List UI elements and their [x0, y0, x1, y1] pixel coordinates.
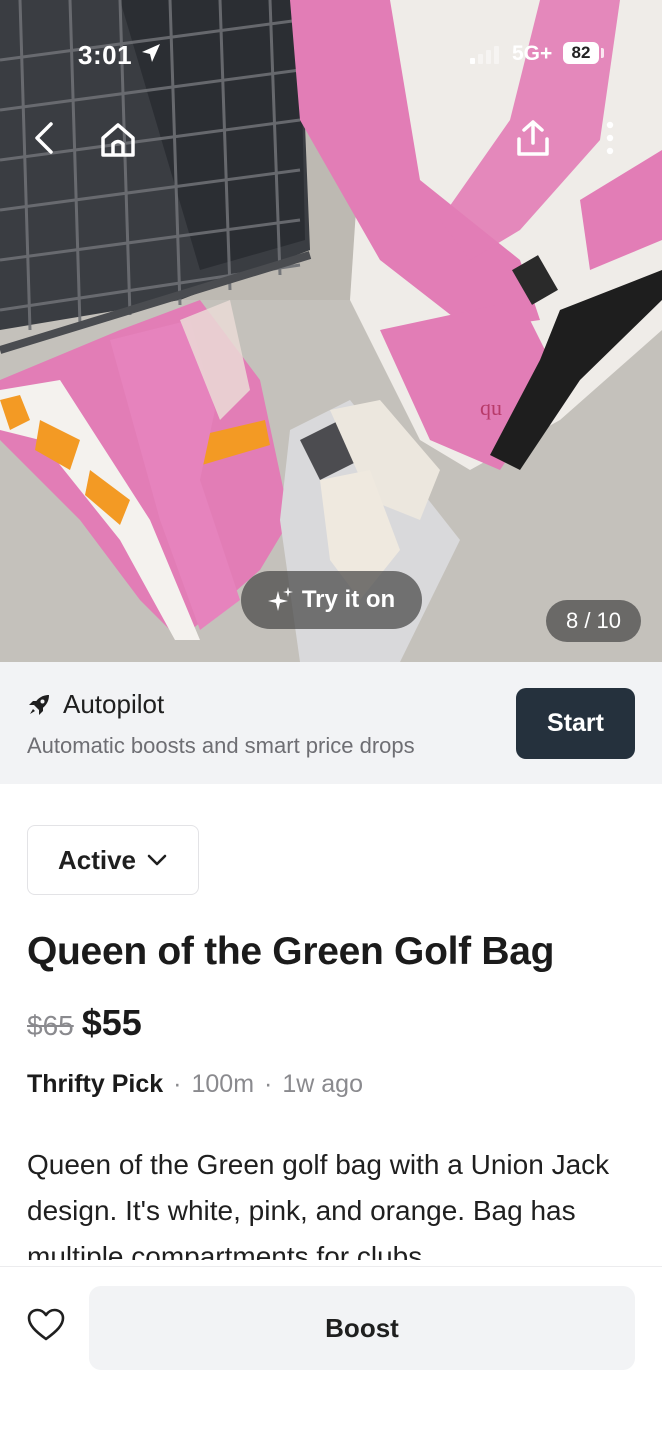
- location-arrow-icon: [142, 44, 160, 62]
- status-time: 3:01: [78, 40, 133, 70]
- status-bar: 3:01 5G+ 82: [0, 0, 662, 110]
- sparkle-icon: [267, 587, 293, 611]
- heart-icon[interactable]: [27, 1308, 65, 1342]
- current-price: $55: [81, 1002, 142, 1043]
- listing-status-dropdown[interactable]: Active: [27, 825, 199, 895]
- meta-separator: ·: [264, 1070, 273, 1098]
- listing-meta: Thrifty Pick · 100m · 1w ago: [27, 1070, 363, 1099]
- listing-title: Queen of the Green Golf Bag: [27, 930, 555, 973]
- seller-name[interactable]: Thrifty Pick: [27, 1070, 163, 1099]
- svg-text:qu: qu: [480, 395, 502, 420]
- listing-description: Queen of the Green golf bag with a Union…: [27, 1149, 610, 1260]
- battery-indicator: 82: [563, 42, 599, 64]
- battery-tip: [601, 48, 604, 58]
- meta-separator: ·: [173, 1070, 182, 1098]
- rocket-icon: [29, 694, 49, 715]
- back-button[interactable]: [20, 114, 68, 162]
- price-row: $65 $55: [27, 1002, 142, 1044]
- share-button[interactable]: [509, 114, 557, 162]
- chevron-left-icon: [35, 122, 53, 154]
- listing-distance: 100m: [191, 1070, 255, 1098]
- autopilot-start-button[interactable]: Start: [516, 688, 635, 759]
- listing-status-value: Active: [57, 844, 137, 875]
- boost-button[interactable]: Boost: [89, 1286, 635, 1370]
- listing-age: 1w ago: [282, 1070, 363, 1098]
- cellular-signal-icon: [470, 46, 499, 64]
- bottom-action-bar: Boost: [0, 1266, 662, 1441]
- more-vertical-icon: [606, 121, 614, 155]
- more-options-button[interactable]: [586, 114, 634, 162]
- network-type: 5G+: [512, 42, 553, 65]
- autopilot-title: Autopilot: [63, 689, 165, 719]
- autopilot-subtitle: Automatic boosts and smart price drops: [27, 733, 415, 758]
- try-it-on-label: Try it on: [301, 586, 396, 613]
- autopilot-heading: Autopilot: [27, 689, 164, 720]
- image-counter: 8 / 10: [546, 600, 641, 642]
- share-icon: [517, 120, 549, 156]
- original-price: $65: [27, 1010, 74, 1041]
- chevron-down-icon: [147, 854, 167, 866]
- home-icon: [101, 123, 135, 157]
- try-it-on-button[interactable]: Try it on: [241, 571, 422, 629]
- autopilot-banner: Autopilot Automatic boosts and smart pri…: [0, 662, 662, 784]
- listing-photo[interactable]: qu 3:01 5G+ 82 Try it on 8 / 10: [0, 0, 662, 662]
- home-button[interactable]: [94, 116, 142, 164]
